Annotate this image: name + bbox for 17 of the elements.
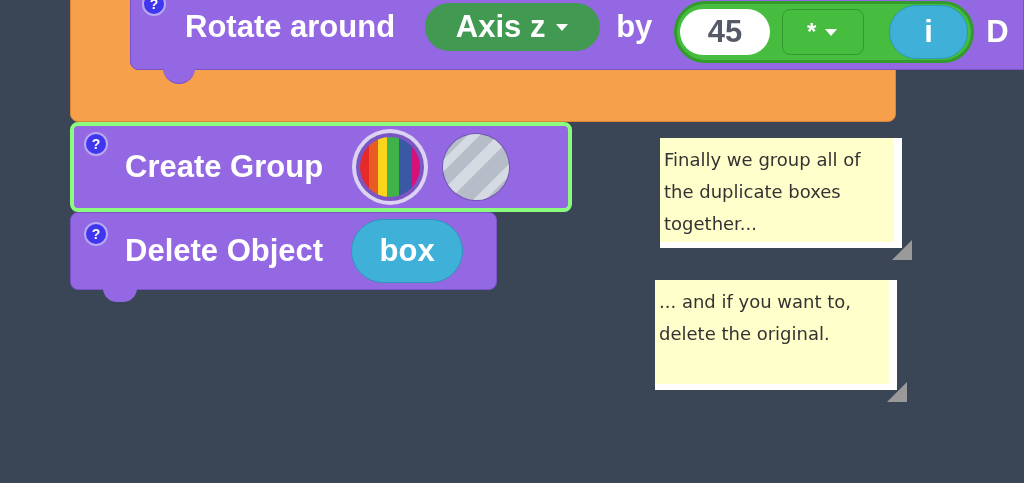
resize-handle-icon[interactable] — [892, 240, 912, 260]
rainbow-swatch[interactable] — [351, 128, 430, 206]
note-text: ... and if you want to, delete the original. — [659, 290, 853, 346]
axis-dropdown[interactable]: Axis z — [425, 3, 601, 51]
block-label: Delete Object — [125, 231, 324, 270]
block-label: Create Group — [125, 147, 324, 186]
caret-icon — [824, 27, 839, 37]
block-label: by — [616, 7, 653, 46]
sticky-note[interactable]: ... and if you want to, delete the original. — [655, 280, 897, 390]
caret-icon — [555, 22, 570, 32]
block-label: D — [986, 12, 1009, 51]
note-text: Finally we group all of the duplicate boxes together... — [664, 148, 862, 236]
sticky-note[interactable]: Finally we group all of the duplicate boxes together... — [660, 138, 902, 248]
number-input[interactable]: 45 — [680, 9, 770, 55]
resize-handle-icon[interactable] — [887, 382, 907, 402]
block-notch — [103, 288, 137, 302]
block-label: Rotate around — [185, 7, 396, 46]
